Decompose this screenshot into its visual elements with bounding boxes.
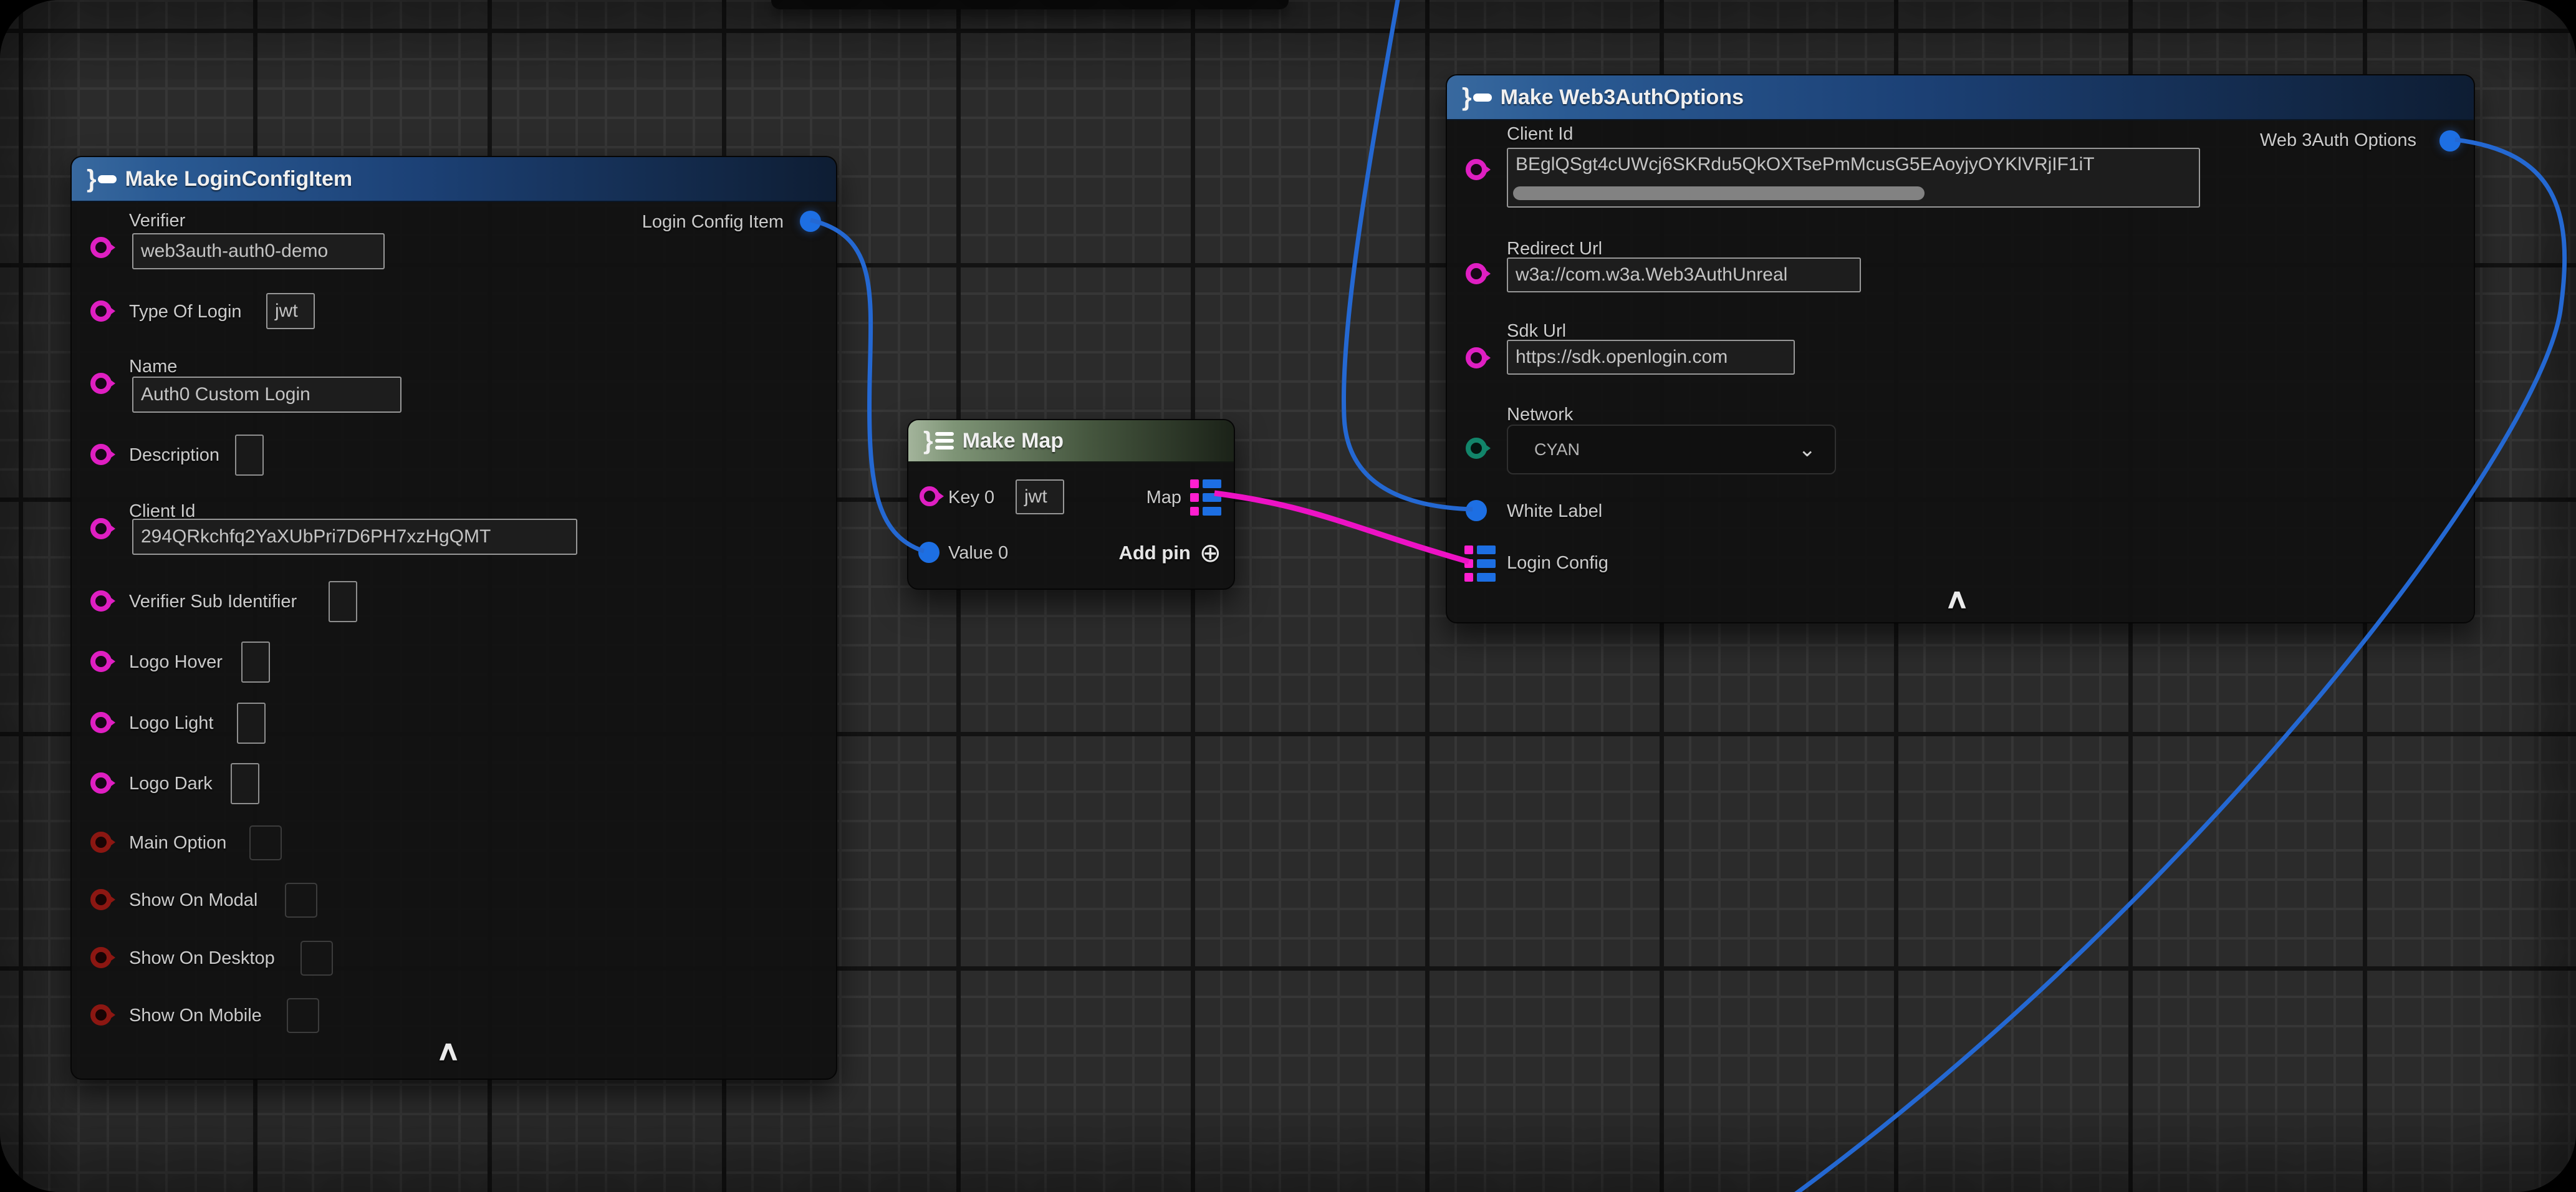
input-pin-show-on-desktop[interactable] bbox=[90, 947, 112, 968]
pin-label: Redirect Url bbox=[1507, 239, 1602, 259]
pin-label: Key 0 bbox=[948, 488, 994, 508]
node-make-loginconfigitem[interactable]: } Make LoginConfigItem Login Config Item… bbox=[70, 156, 837, 1080]
network-dropdown[interactable]: CYAN ⌄ bbox=[1507, 425, 1836, 474]
pin-label: Logo Dark bbox=[129, 774, 213, 794]
chevron-down-icon: ⌄ bbox=[1799, 439, 1817, 460]
input-pin-client-id[interactable] bbox=[1466, 159, 1487, 180]
node-header[interactable]: } Make LoginConfigItem bbox=[72, 157, 836, 202]
node-title: Make LoginConfigItem bbox=[125, 167, 353, 191]
graph-canvas[interactable]: } Make LoginConfigItem Login Config Item… bbox=[0, 0, 2576, 1192]
node-header[interactable]: } Make Web3AuthOptions bbox=[1447, 75, 2474, 120]
collapse-node-button[interactable]: ∧ bbox=[1944, 585, 1969, 613]
node-title: Make Web3AuthOptions bbox=[1501, 85, 1744, 110]
input-pin-description[interactable] bbox=[90, 444, 112, 465]
pin-label: Verifier Sub Identifier bbox=[129, 592, 297, 612]
input-pin-value-0[interactable] bbox=[918, 542, 940, 563]
name-input[interactable]: Auth0 Custom Login bbox=[132, 377, 401, 413]
input-pin-redirect-url[interactable] bbox=[1466, 263, 1487, 284]
sdk-url-input[interactable]: https://sdk.openlogin.com bbox=[1507, 340, 1795, 375]
input-pin-logo-dark[interactable] bbox=[90, 772, 112, 794]
pin-label: Type Of Login bbox=[129, 302, 242, 322]
output-pin-label: Login Config Item bbox=[642, 212, 784, 233]
collapse-node-button[interactable]: ∧ bbox=[436, 1037, 461, 1065]
node-header[interactable]: } Make Map bbox=[908, 420, 1234, 463]
input-pin-client-id[interactable] bbox=[90, 518, 112, 539]
input-pin-verifier[interactable] bbox=[90, 237, 112, 258]
input-pin-show-on-mobile[interactable] bbox=[90, 1004, 112, 1026]
make-struct-icon: } bbox=[87, 166, 117, 191]
make-struct-icon: } bbox=[1462, 85, 1492, 110]
input-pin-verifier-sub-identifier[interactable] bbox=[90, 590, 112, 612]
pin-label: Value 0 bbox=[948, 543, 1008, 564]
pin-label: Client Id bbox=[1507, 124, 1573, 145]
pin-label: White Label bbox=[1507, 501, 1602, 522]
pin-label: Login Config bbox=[1507, 553, 1608, 574]
pin-label: Name bbox=[129, 357, 177, 377]
client-id-scrollbar[interactable] bbox=[1513, 186, 1925, 200]
node-title: Make Map bbox=[963, 429, 1064, 453]
add-pin-button[interactable]: Add pin ⊕ bbox=[1118, 540, 1221, 566]
output-pin-label: Map bbox=[1146, 488, 1181, 508]
input-pin-login-config[interactable] bbox=[1464, 546, 1496, 582]
input-pin-key-0[interactable] bbox=[920, 486, 940, 506]
redirect-url-input[interactable]: w3a://com.w3a.Web3AuthUnreal bbox=[1507, 257, 1861, 292]
output-pin-map[interactable] bbox=[1190, 479, 1221, 516]
pin-label: Sdk Url bbox=[1507, 321, 1566, 342]
logo-light-input[interactable] bbox=[237, 703, 266, 744]
logo-dark-input[interactable] bbox=[231, 763, 259, 804]
node-make-map[interactable]: } Make Map Key 0 jwt Map Value 0 Add pin… bbox=[907, 419, 1235, 590]
type-of-login-input[interactable]: jwt bbox=[266, 293, 315, 329]
input-pin-name[interactable] bbox=[90, 373, 112, 394]
description-input[interactable] bbox=[235, 435, 264, 476]
pin-label: Show On Mobile bbox=[129, 1006, 262, 1026]
input-pin-show-on-modal[interactable] bbox=[90, 889, 112, 910]
input-pin-logo-light[interactable] bbox=[90, 712, 112, 733]
offscreen-node-edge[interactable] bbox=[771, 0, 1289, 9]
logo-hover-input[interactable] bbox=[241, 642, 270, 683]
pin-label: Show On Desktop bbox=[129, 948, 275, 969]
show-on-modal-checkbox[interactable] bbox=[285, 883, 317, 918]
input-pin-logo-hover[interactable] bbox=[90, 651, 112, 672]
key-0-input[interactable]: jwt bbox=[1016, 479, 1064, 514]
verifier-sub-identifier-input[interactable] bbox=[329, 581, 357, 622]
blueprint-editor: } Make LoginConfigItem Login Config Item… bbox=[0, 0, 2576, 1192]
pin-label: Network bbox=[1507, 405, 1573, 425]
make-map-icon: } bbox=[923, 428, 954, 453]
network-selected-value: CYAN bbox=[1534, 440, 1580, 459]
pin-label: Verifier bbox=[129, 211, 185, 231]
input-pin-white-label[interactable] bbox=[1466, 500, 1487, 521]
main-option-checkbox[interactable] bbox=[249, 825, 282, 860]
input-pin-network[interactable] bbox=[1466, 438, 1487, 459]
input-pin-main-option[interactable] bbox=[90, 832, 112, 853]
output-pin-login-config-item[interactable] bbox=[800, 211, 821, 232]
input-pin-sdk-url[interactable] bbox=[1466, 347, 1487, 368]
wire-map-to-loginconfig bbox=[1214, 493, 1469, 562]
input-pin-type-of-login[interactable] bbox=[90, 300, 112, 322]
pin-label: Logo Light bbox=[129, 713, 213, 734]
node-make-web3authoptions[interactable]: } Make Web3AuthOptions Web 3Auth Options… bbox=[1446, 74, 2475, 623]
show-on-mobile-checkbox[interactable] bbox=[287, 998, 319, 1033]
output-pin-web3auth-options[interactable] bbox=[2439, 130, 2461, 151]
add-pin-icon: ⊕ bbox=[1199, 540, 1221, 566]
verifier-input[interactable]: web3auth-auth0-demo bbox=[132, 233, 385, 269]
client-id-input[interactable]: 294QRkchfq2YaXUbPri7D6PH7xzHgQMT bbox=[132, 519, 577, 555]
pin-label: Logo Hover bbox=[129, 652, 223, 673]
output-pin-label: Web 3Auth Options bbox=[2260, 130, 2416, 151]
pin-label: Main Option bbox=[129, 833, 226, 853]
pin-label: Show On Modal bbox=[129, 890, 257, 911]
show-on-desktop-checkbox[interactable] bbox=[300, 941, 333, 976]
pin-label: Description bbox=[129, 445, 219, 466]
